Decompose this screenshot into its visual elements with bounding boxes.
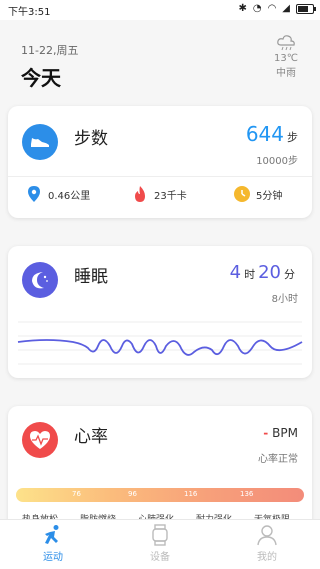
steps-divider	[8, 176, 312, 177]
nav-label: 我的	[257, 552, 277, 563]
steps-value: 644 步	[246, 122, 298, 146]
sleep-hours: 4	[229, 262, 242, 283]
date-label: 11-22,周五	[21, 44, 79, 57]
alarm-icon: ◔	[252, 3, 262, 14]
nav-label: 运动	[43, 552, 63, 563]
duration-stat: 5分钟	[234, 186, 282, 202]
nav-item-exercise[interactable]: 运动	[18, 524, 88, 563]
calories-stat: 23千卡	[132, 186, 187, 202]
sleep-card[interactable]: 睡眠 4 时 20 分 8小时	[8, 246, 312, 378]
sleep-minutes: 20	[258, 262, 281, 283]
weather-temp: 13℃	[274, 53, 298, 64]
heart-icon	[22, 422, 58, 458]
person-icon	[257, 525, 277, 546]
heart-value: - BPM	[263, 426, 298, 440]
flame-icon	[132, 186, 148, 202]
running-icon	[45, 525, 59, 544]
moon-icon	[22, 262, 58, 298]
steps-card[interactable]: 步数 644 步 10000步 0.46公里 23千卡 5分钟	[8, 106, 312, 218]
heart-bpm-value: -	[263, 426, 269, 440]
cloud-rain-icon	[277, 35, 295, 51]
status-icons: ✱ ◔ ◠ ◢	[238, 3, 316, 14]
bluetooth-icon: ✱	[238, 3, 247, 14]
distance-stat: 0.46公里	[26, 186, 90, 202]
sleep-goal: 8小时	[271, 294, 298, 305]
sleep-title: 睡眠	[74, 267, 108, 287]
steps-unit: 步	[287, 131, 298, 144]
zone-tick: 136	[240, 490, 254, 498]
signal-icon: ◢	[282, 3, 290, 14]
sleep-hours-unit: 时	[244, 268, 256, 281]
steps-count: 644	[245, 122, 284, 146]
steps-goal: 10000步	[256, 156, 298, 167]
heart-status: 心率正常	[258, 454, 298, 465]
battery-icon	[296, 3, 316, 14]
heart-zone-ticks: 76 96 116 136	[16, 490, 304, 500]
weather-widget[interactable]: 13℃ 中雨	[266, 35, 306, 79]
heart-title: 心率	[74, 427, 108, 447]
sleep-wave-graph	[17, 321, 303, 365]
nav-item-profile[interactable]: 我的	[232, 524, 302, 563]
location-icon	[26, 186, 42, 202]
bottom-nav: 运动 设备 我的	[0, 519, 320, 569]
status-bar: 下午3:51 ✱ ◔ ◠ ◢	[0, 0, 320, 20]
weather-condition: 中雨	[276, 68, 296, 79]
page-title: 今天	[21, 66, 61, 90]
sleep-duration: 4 时 20 分	[230, 262, 298, 283]
zone-tick: 116	[184, 490, 198, 498]
heart-bpm-unit: BPM	[272, 426, 298, 440]
header: 11-22,周五 今天 13℃ 中雨	[0, 20, 320, 100]
zone-tick: 76	[72, 490, 81, 498]
nav-item-device[interactable]: 设备	[125, 524, 195, 563]
distance-value: 0.46公里	[48, 190, 91, 202]
calories-value: 23千卡	[154, 190, 187, 202]
shoe-icon	[22, 124, 58, 160]
steps-title: 步数	[74, 129, 108, 149]
sleep-minutes-unit: 分	[284, 268, 295, 281]
zone-tick: 96	[128, 490, 137, 498]
wifi-icon: ◠	[267, 3, 277, 14]
clock-icon	[234, 186, 250, 202]
watch-icon	[152, 524, 168, 546]
nav-label: 设备	[150, 552, 170, 563]
duration-value: 5分钟	[256, 190, 283, 202]
status-time: 下午3:51	[8, 7, 51, 18]
